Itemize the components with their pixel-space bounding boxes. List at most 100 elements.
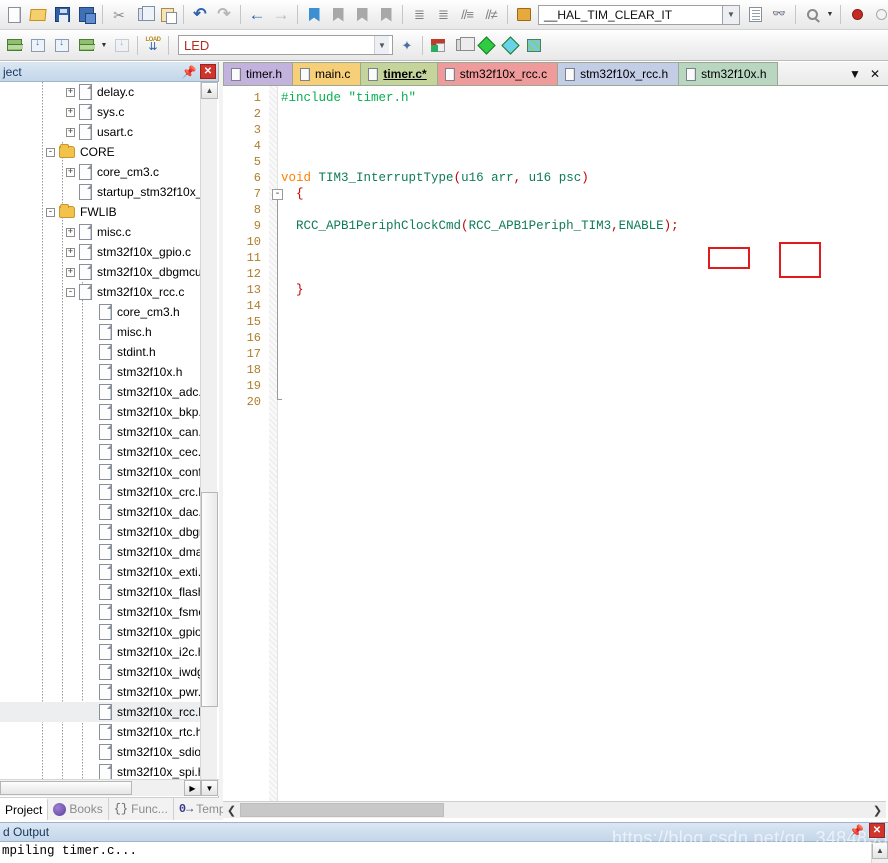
new-file-button[interactable] bbox=[2, 3, 26, 27]
panel-tab-func[interactable]: {} Func... bbox=[109, 798, 174, 820]
editor-tab[interactable]: stm32f10x_rcc.h bbox=[557, 62, 680, 85]
translate-file-button[interactable] bbox=[2, 33, 26, 57]
tree-item[interactable]: stm32f10x.h bbox=[0, 362, 200, 382]
scroll-left-icon[interactable]: ❮ bbox=[223, 803, 240, 818]
code-line[interactable] bbox=[281, 378, 881, 394]
scroll-up-icon[interactable]: ▲ bbox=[872, 842, 888, 859]
tree-item[interactable]: stm32f10x_i2c.h bbox=[0, 642, 200, 662]
manage-run-time-button[interactable] bbox=[498, 33, 522, 57]
code-line[interactable] bbox=[281, 202, 881, 218]
code-editor[interactable]: 1 2 3 4 5 6 7 8 9 10 11 12 13 14 15 16 17 18 19 20 - #inclu… bbox=[223, 86, 888, 802]
undo-button[interactable]: ↶ bbox=[188, 3, 212, 27]
expand-icon[interactable]: + bbox=[66, 227, 75, 237]
uncomment-lines-button[interactable]: //≠ bbox=[479, 3, 503, 27]
panel-tab-books[interactable]: Books bbox=[48, 798, 109, 820]
code-line[interactable] bbox=[281, 314, 881, 330]
scrollbar-thumb[interactable] bbox=[201, 492, 218, 707]
expand-icon[interactable]: + bbox=[66, 107, 75, 117]
chevron-down-icon[interactable]: ▼ bbox=[849, 68, 861, 80]
editor-hscrollbar[interactable]: ❮ ❯ bbox=[223, 801, 886, 818]
indent-right-button[interactable]: ≣ bbox=[407, 3, 431, 27]
code-line[interactable] bbox=[281, 394, 881, 410]
tree-item[interactable]: startup_stm32f10x_hd bbox=[0, 182, 200, 202]
breakpoint-insert-button[interactable] bbox=[845, 3, 869, 27]
target-options-button[interactable]: ✦ bbox=[395, 33, 419, 57]
manage-multi-project-button[interactable] bbox=[450, 33, 475, 57]
editor-tab[interactable]: stm32f10x_rcc.c bbox=[436, 62, 559, 85]
tree-item[interactable]: stm32f10x_dma.h bbox=[0, 542, 200, 562]
tree-item[interactable]: stm32f10x_dac.h bbox=[0, 502, 200, 522]
tree-item[interactable]: - FWLIB bbox=[0, 202, 200, 222]
code-text[interactable]: #include "timer.h" void TIM3_InterruptTyp… bbox=[281, 86, 881, 802]
chevron-down-icon[interactable]: ▼ bbox=[374, 36, 389, 54]
tree-item[interactable]: stm32f10x_crc.h bbox=[0, 482, 200, 502]
tree-item[interactable]: + stm32f10x_dbgmcu.c bbox=[0, 262, 200, 282]
save-all-button[interactable] bbox=[74, 3, 98, 27]
editor-tab[interactable]: stm32f10x.h bbox=[678, 62, 778, 85]
tree-item[interactable]: stm32f10x_exti.h bbox=[0, 562, 200, 582]
project-tree-hscrollbar[interactable]: ▶ ▼ bbox=[0, 779, 219, 796]
cut-button[interactable]: ✂ bbox=[107, 3, 131, 27]
tree-item[interactable]: stdint.h bbox=[0, 342, 200, 362]
find-next-button[interactable]: 👓 bbox=[767, 3, 791, 27]
scroll-up-icon[interactable]: ▲ bbox=[201, 82, 218, 99]
tree-item[interactable]: - stm32f10x_rcc.c bbox=[0, 282, 200, 302]
target-select[interactable]: LED ▼ bbox=[178, 35, 393, 55]
tree-item[interactable]: stm32f10x_can.h bbox=[0, 422, 200, 442]
project-tree[interactable]: + delay.c + sys.c + usart.c - CORE + core_cm3.c st… bbox=[0, 82, 219, 796]
tree-item[interactable]: stm32f10x_fsmc.h bbox=[0, 602, 200, 622]
panel-tab-project[interactable]: Project bbox=[0, 798, 49, 820]
debug-dropdown-button[interactable]: ▼ bbox=[824, 3, 836, 27]
code-line[interactable]: } bbox=[281, 282, 881, 298]
pin-icon[interactable]: 📌 bbox=[849, 824, 864, 838]
code-line[interactable] bbox=[281, 362, 881, 378]
expand-icon[interactable]: + bbox=[66, 247, 75, 257]
navigate-back-button[interactable]: ← bbox=[245, 3, 269, 27]
collapse-icon[interactable]: - bbox=[46, 207, 55, 217]
tree-item[interactable]: + sys.c bbox=[0, 102, 200, 122]
tree-item[interactable]: stm32f10x_gpio.h bbox=[0, 622, 200, 642]
tree-item[interactable]: stm32f10x_conf.h bbox=[0, 462, 200, 482]
clear-bookmarks-button[interactable] bbox=[374, 3, 398, 27]
code-line[interactable]: void TIM3_InterruptType(u16 arr, u16 psc… bbox=[281, 170, 881, 186]
scroll-down-icon[interactable]: ▼ bbox=[201, 780, 218, 796]
collapse-icon[interactable]: - bbox=[66, 287, 75, 297]
expand-icon[interactable]: + bbox=[66, 167, 75, 177]
search-input[interactable]: __HAL_TIM_CLEAR_IT bbox=[542, 8, 719, 22]
download-button[interactable]: LOAD ⇊ bbox=[141, 33, 165, 57]
code-line[interactable]: #include "timer.h" bbox=[281, 90, 881, 106]
toggle-bookmark-button[interactable] bbox=[302, 3, 326, 27]
search-dropdown-button[interactable]: ▼ bbox=[723, 4, 740, 25]
editor-tab[interactable]: timer.c* bbox=[360, 62, 438, 85]
search-combo[interactable]: __HAL_TIM_CLEAR_IT bbox=[538, 4, 723, 25]
breakpoint-disable-button[interactable] bbox=[869, 3, 888, 27]
bookmark-list-button[interactable] bbox=[743, 3, 767, 27]
batch-build-dropdown[interactable]: ▼ bbox=[98, 33, 110, 57]
tree-item[interactable]: stm32f10x_flash.h bbox=[0, 582, 200, 602]
batch-build-button[interactable] bbox=[74, 33, 98, 57]
tree-item[interactable]: + misc.c bbox=[0, 222, 200, 242]
collapse-icon[interactable]: - bbox=[46, 147, 55, 157]
stop-build-button[interactable] bbox=[110, 33, 134, 57]
expand-icon[interactable]: + bbox=[66, 127, 75, 137]
close-icon[interactable]: ✕ bbox=[200, 64, 216, 79]
tree-item[interactable]: stm32f10x_cec.h bbox=[0, 442, 200, 462]
scroll-right-icon[interactable]: ▶ bbox=[184, 780, 201, 796]
manage-project-items-button[interactable] bbox=[426, 33, 450, 57]
tree-item[interactable]: misc.h bbox=[0, 322, 200, 342]
save-button[interactable] bbox=[50, 3, 74, 27]
next-bookmark-button[interactable] bbox=[350, 3, 374, 27]
code-line[interactable] bbox=[281, 154, 881, 170]
open-file-button[interactable] bbox=[26, 3, 50, 27]
build-target-button[interactable] bbox=[26, 33, 50, 57]
tree-item[interactable]: stm32f10x_rtc.h bbox=[0, 722, 200, 742]
navigate-forward-button[interactable]: → bbox=[269, 3, 293, 27]
paste-button[interactable] bbox=[155, 3, 179, 27]
pin-icon[interactable]: 📌 bbox=[181, 64, 197, 80]
code-line[interactable]: { bbox=[281, 186, 881, 202]
debug-start-button[interactable] bbox=[800, 3, 824, 27]
close-icon[interactable]: ✕ bbox=[869, 823, 885, 838]
project-tree-scrollbar[interactable]: ▲ ▼ bbox=[200, 82, 218, 796]
code-line[interactable]: RCC_APB1PeriphClockCmd(RCC_APB1Periph_TI… bbox=[281, 218, 881, 234]
copy-button[interactable] bbox=[131, 3, 155, 27]
